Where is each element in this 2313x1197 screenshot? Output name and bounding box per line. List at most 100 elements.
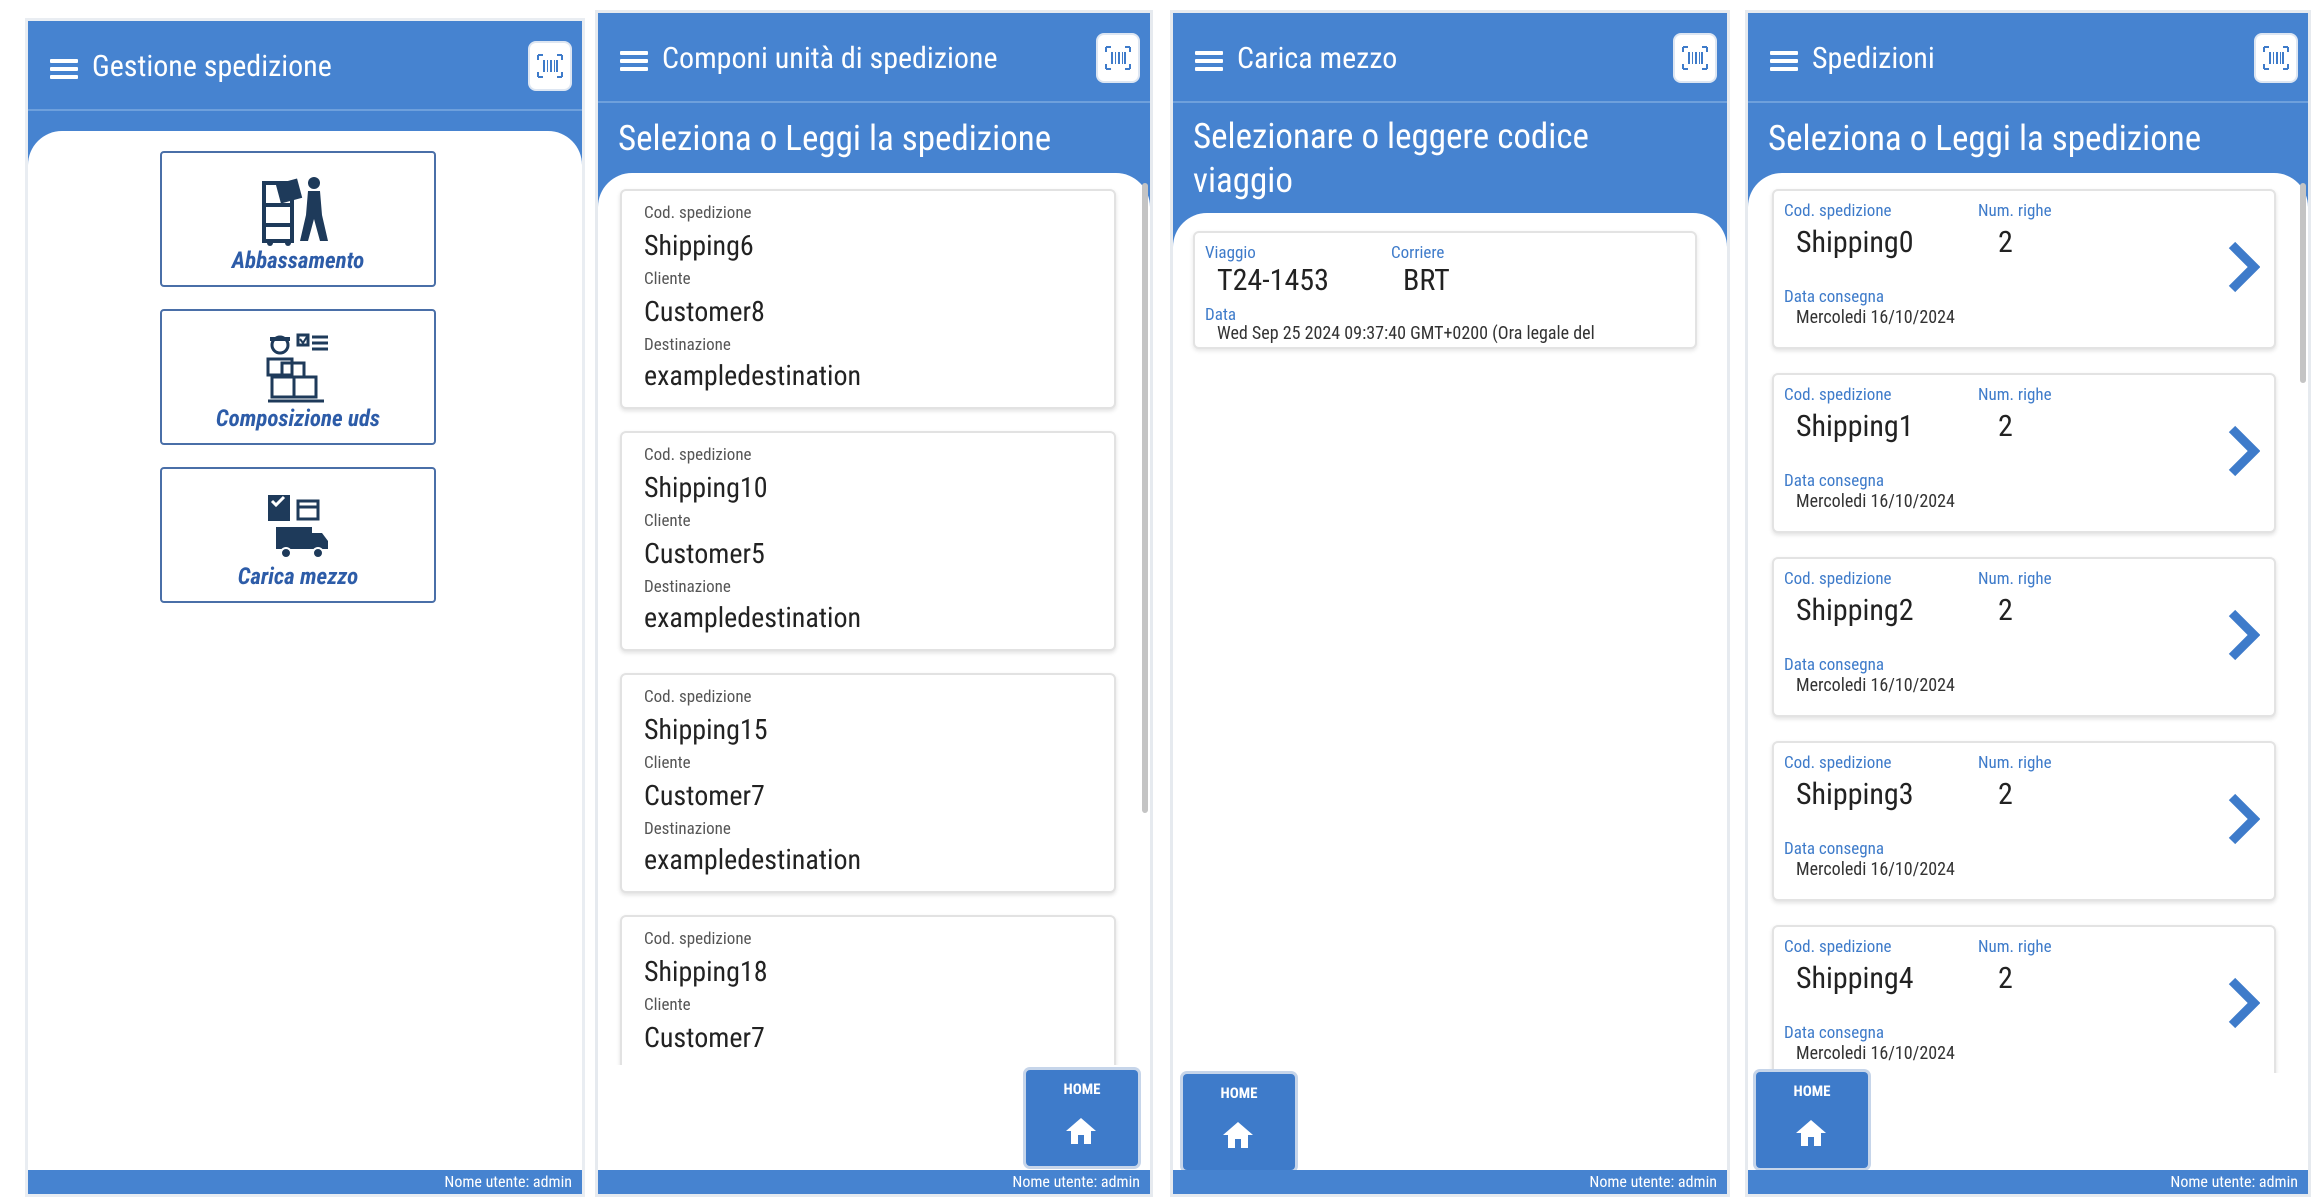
page-title: Spedizioni [1812,41,1935,76]
home-button[interactable]: HOME [1756,1072,1868,1168]
rows-label: Num. righe [1978,937,2052,957]
field-label: Destinazione [644,819,731,839]
package-composition-icon [266,333,328,403]
tile-label: Carica mezzo [237,563,359,590]
barcode-icon [1105,46,1131,70]
screen-componi-unita: Componi unità di spedizione Seleziona o … [595,10,1153,1197]
delivery-label: Data consegna [1784,839,1885,859]
barcode-icon [537,54,563,78]
shipment-card[interactable]: Cod. spedizione Num. righe Shipping3 2 D… [1772,741,2276,901]
customer-name: Customer8 [644,295,765,328]
carrier-label: Corriere [1391,243,1445,263]
destination: exampledestination [644,359,862,392]
code-label: Cod. spedizione [1784,937,1892,957]
shipment-code: Shipping4 [1796,961,1914,996]
rows-label: Num. righe [1978,569,2052,589]
footer: Nome utente: admin [1748,1170,2308,1194]
row-count: 2 [1998,593,2013,628]
menu-icon[interactable] [620,51,648,71]
shipment-card[interactable]: Cod. spedizione Num. righe Shipping4 2 D… [1772,925,2276,1085]
footer-username: Nome utente: admin [1012,1172,1140,1191]
page-subtitle: Selezionare o leggere codice [1193,116,1589,157]
screen-carica-mezzo: Carica mezzo Selezionare o leggere codic… [1170,10,1730,1197]
field-label: Destinazione [644,577,731,597]
delivery-date: Mercoledi 16/10/2024 [1796,859,1955,880]
app-header: Gestione spedizione [28,21,582,109]
row-count: 2 [1998,225,2013,260]
code-label: Cod. spedizione [1784,569,1892,589]
barcode-scan-button[interactable] [1098,35,1138,81]
field-label: Cod. spedizione [644,203,752,223]
code-label: Cod. spedizione [1784,753,1892,773]
chevron-right-icon[interactable] [2224,609,2260,661]
trip-list: Viaggio Corriere T24-1453 BRT Data Wed S… [1173,213,1727,1170]
shipment-code: Shipping6 [644,229,754,262]
trip-label: Viaggio [1205,243,1256,263]
row-count: 2 [1998,961,2013,996]
shipment-code: Shipping3 [1796,777,1914,812]
tile-abbassamento[interactable]: Abbassamento [160,151,436,287]
shipment-card[interactable]: Cod. spedizione Shipping10 Cliente Custo… [620,431,1116,651]
page-subtitle: Seleziona o Leggi la spedizione [1768,118,2202,159]
menu-icon[interactable] [1195,51,1223,71]
trip-card[interactable]: Viaggio Corriere T24-1453 BRT Data Wed S… [1193,231,1697,349]
scrollbar[interactable] [2300,183,2306,383]
home-label: HOME [1220,1084,1258,1102]
shipment-card[interactable]: Cod. spedizione Shipping15 Cliente Custo… [620,673,1116,893]
truck-loading-icon [264,495,328,559]
row-count: 2 [1998,777,2013,812]
scrollbar[interactable] [1142,183,1148,813]
chevron-right-icon[interactable] [2224,977,2260,1029]
code-label: Cod. spedizione [1784,385,1892,405]
page-title: Gestione spedizione [92,49,332,84]
field-label: Cod. spedizione [644,687,752,707]
page-subtitle-line2: viaggio [1193,160,1293,201]
shipment-list: Cod. spedizione Num. righe Shipping0 2 D… [1748,173,2308,1170]
shipment-list: Cod. spedizione Shipping6 Cliente Custom… [598,173,1150,1170]
footer: Nome utente: admin [598,1170,1150,1194]
field-label: Cod. spedizione [644,929,752,949]
shipment-code: Shipping15 [644,713,768,746]
tile-composizione-uds[interactable]: Composizione uds [160,309,436,445]
footer-username: Nome utente: admin [1589,1172,1717,1191]
menu-icon[interactable] [1770,51,1798,71]
field-label: Cliente [644,753,691,773]
home-label: HOME [1063,1080,1101,1098]
rows-label: Num. righe [1978,201,2052,221]
shipment-card[interactable]: Cod. spedizione Num. righe Shipping0 2 D… [1772,189,2276,349]
shipment-card[interactable]: Cod. spedizione Shipping6 Cliente Custom… [620,189,1116,409]
delivery-label: Data consegna [1784,471,1885,491]
shipment-code: Shipping0 [1796,225,1914,260]
shipment-card[interactable]: Cod. spedizione Num. righe Shipping1 2 D… [1772,373,2276,533]
rows-label: Num. righe [1978,385,2052,405]
chevron-right-icon[interactable] [2224,425,2260,477]
home-label: HOME [1793,1082,1831,1100]
shipment-code: Shipping18 [644,955,768,988]
field-label: Destinazione [644,335,731,355]
barcode-icon [1682,46,1708,70]
menu-icon[interactable] [50,59,78,79]
trip-code: T24-1453 [1217,263,1329,298]
home-icon [1066,1118,1096,1144]
footer: Nome utente: admin [28,1170,582,1194]
home-icon [1223,1122,1253,1148]
home-icon [1796,1120,1826,1146]
barcode-scan-button[interactable] [2256,35,2296,81]
barcode-scan-button[interactable] [1675,35,1715,81]
home-button[interactable]: HOME [1183,1074,1295,1170]
screen-gestione-spedizione: Gestione spedizione Abbassamento Composi… [25,18,585,1197]
shipment-code: Shipping1 [1796,409,1914,444]
rows-label: Num. righe [1978,753,2052,773]
chevron-right-icon[interactable] [2224,793,2260,845]
delivery-date: Mercoledi 16/10/2024 [1796,675,1955,696]
home-button[interactable]: HOME [1026,1070,1138,1166]
barcode-scan-button[interactable] [530,43,570,89]
row-count: 2 [1998,409,2013,444]
shipment-card[interactable]: Cod. spedizione Num. righe Shipping2 2 D… [1772,557,2276,717]
chevron-right-icon[interactable] [2224,241,2260,293]
field-label: Cod. spedizione [644,445,752,465]
delivery-date: Mercoledi 16/10/2024 [1796,491,1955,512]
app-header: Spedizioni [1748,13,2308,101]
destination: exampledestination [644,601,862,634]
tile-carica-mezzo[interactable]: Carica mezzo [160,467,436,603]
